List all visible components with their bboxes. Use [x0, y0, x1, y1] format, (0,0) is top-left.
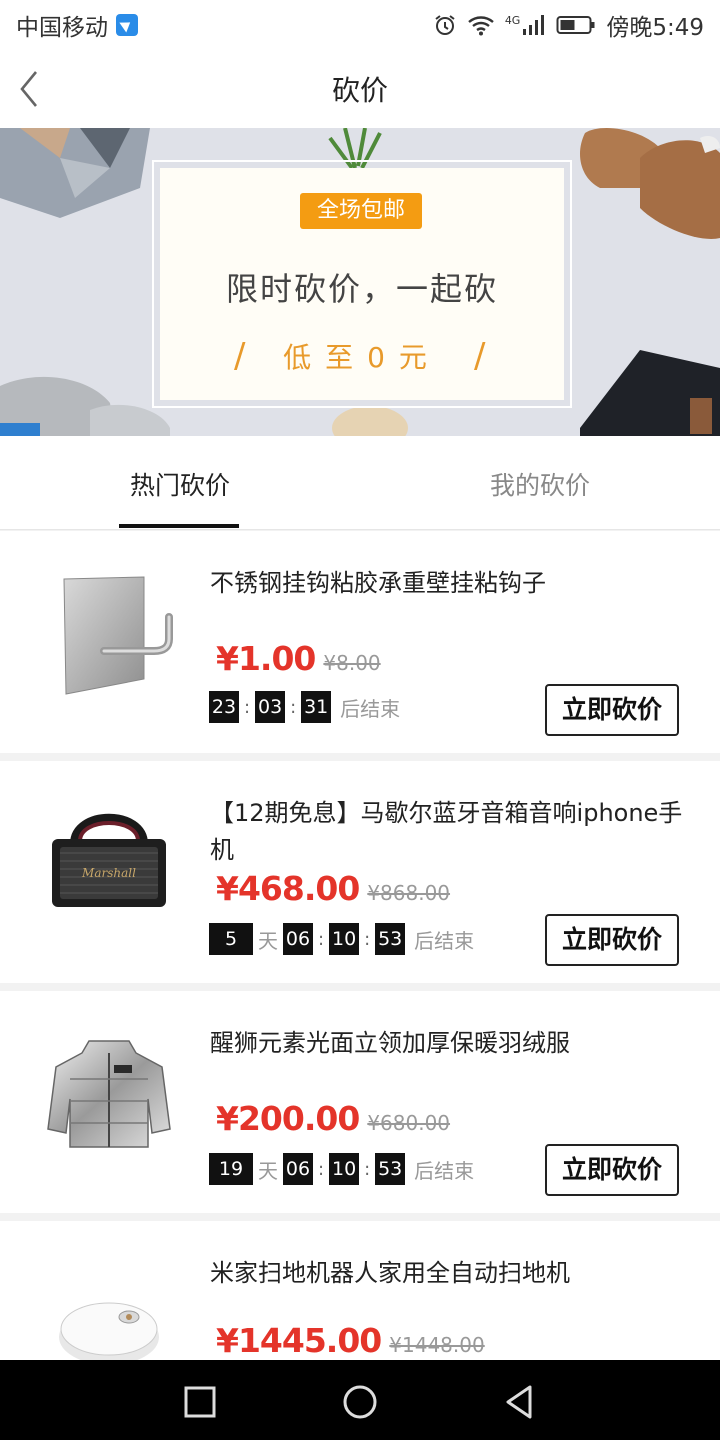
speaker-icon: Marshall — [52, 813, 166, 907]
bargain-price: ¥1.00 — [216, 639, 316, 678]
status-icons: 4G 傍晚5:49 — [433, 8, 704, 42]
price-row: ¥468.00 ¥868.00 — [216, 869, 450, 908]
countdown-end-label: 后结束 — [340, 696, 401, 721]
countdown-end-label: 后结束 — [414, 1158, 475, 1183]
app-notification-icon — [116, 14, 138, 36]
nav-bar: 砍价 — [0, 50, 720, 128]
colon-separator: : — [318, 1158, 325, 1180]
tab-bar: 热门砍价 我的砍价 — [0, 436, 720, 530]
countdown-minutes: 10 — [329, 1153, 360, 1185]
bargain-price: ¥200.00 — [216, 1099, 360, 1138]
price-row: ¥1445.00 ¥1448.00 — [216, 1321, 485, 1360]
original-price: ¥680.00 — [367, 1111, 451, 1135]
countdown-seconds: 53 — [375, 1153, 406, 1185]
product-name: 米家扫地机器人家用全自动扫地机 — [210, 1259, 570, 1287]
tab-my-bargain[interactable]: 我的砍价 — [420, 436, 660, 530]
original-price: ¥868.00 — [367, 881, 451, 905]
back-icon[interactable] — [500, 1382, 540, 1422]
system-nav-bar — [0, 1360, 720, 1440]
countdown-days: 19 — [209, 1153, 253, 1185]
down-jacket-icon — [47, 1040, 171, 1148]
battery-icon — [556, 16, 595, 34]
carrier-group: 中国移动 — [16, 8, 138, 42]
back-arrow-icon[interactable] — [14, 66, 54, 112]
price-row: ¥1.00 ¥8.00 — [216, 639, 381, 678]
countdown-hours: 06 — [283, 1153, 313, 1185]
home-icon[interactable] — [340, 1382, 380, 1422]
countdown-end-label: 后结束 — [414, 928, 475, 953]
banner-subline: 低至0元 — [283, 341, 441, 374]
product-card[interactable]: Marshall 【12期免息】马歇尔蓝牙音箱音响iphone手机 ¥468.0… — [0, 761, 720, 983]
countdown-timer: 5 天 06 : 10 : 53 后结束 — [209, 923, 474, 955]
tab-hot-bargain[interactable]: 热门砍价 — [60, 436, 300, 530]
bargain-price: ¥468.00 — [216, 869, 360, 908]
colon-separator: : — [364, 928, 371, 950]
recent-apps-icon[interactable] — [180, 1382, 220, 1422]
countdown-hours: 23 — [209, 691, 239, 723]
product-list: 不锈钢挂钩粘胶承重壁挂粘钩子 ¥1.00 ¥8.00 23 : 03 : 31 … — [0, 531, 720, 1440]
countdown-timer: 19 天 06 : 10 : 53 后结束 — [209, 1153, 474, 1185]
countdown-days: 5 — [209, 923, 253, 955]
product-card[interactable]: 醒狮元素光面立领加厚保暖羽绒服 ¥200.00 ¥680.00 19 天 06 … — [0, 991, 720, 1213]
active-tab-indicator — [119, 524, 239, 528]
countdown-minutes: 03 — [255, 691, 286, 723]
network-type: 4G — [504, 14, 521, 27]
promo-banner[interactable]: 全场包邮 限时砍价，一起砍 / 低至0元 / — [0, 128, 720, 436]
countdown-timer: 23 : 03 : 31 后结束 — [209, 691, 400, 723]
slash-right-icon: / — [474, 336, 486, 376]
price-row: ¥200.00 ¥680.00 — [216, 1099, 450, 1138]
colon-separator: : — [244, 696, 251, 718]
countdown-seconds: 31 — [301, 691, 332, 723]
bargain-now-button[interactable]: 立即砍价 — [545, 684, 679, 736]
day-unit: 天 — [258, 1158, 278, 1183]
alarm-icon — [435, 15, 455, 35]
product-name: 醒狮元素光面立领加厚保暖羽绒服 — [210, 1029, 570, 1057]
original-price: ¥8.00 — [323, 651, 381, 675]
signal-icon — [523, 15, 545, 35]
status-bar: 中国移动 4G 傍晚5:49 — [0, 0, 720, 50]
svg-text:Marshall: Marshall — [81, 866, 136, 880]
countdown-minutes: 10 — [329, 923, 360, 955]
wifi-icon — [468, 16, 494, 36]
product-name: 不锈钢挂钩粘胶承重壁挂粘钩子 — [210, 569, 546, 597]
countdown-seconds: 53 — [375, 923, 406, 955]
carrier-label: 中国移动 — [16, 15, 108, 41]
bargain-price: ¥1445.00 — [216, 1321, 382, 1360]
bargain-now-button[interactable]: 立即砍价 — [545, 914, 679, 966]
colon-separator: : — [364, 1158, 371, 1180]
colon-separator: : — [290, 696, 297, 718]
wall-hook-icon — [63, 576, 173, 695]
banner-card: 全场包邮 限时砍价，一起砍 / 低至0元 / — [160, 168, 564, 400]
day-unit: 天 — [258, 928, 278, 953]
product-name: 【12期免息】马歇尔蓝牙音箱音响iphone手机 — [210, 799, 683, 864]
product-card[interactable]: 不锈钢挂钩粘胶承重壁挂粘钩子 ¥1.00 ¥8.00 23 : 03 : 31 … — [0, 531, 720, 753]
page-title: 砍价 — [331, 74, 388, 107]
free-shipping-badge: 全场包邮 — [300, 193, 422, 229]
countdown-hours: 06 — [283, 923, 313, 955]
clock: 傍晚5:49 — [606, 15, 704, 41]
original-price: ¥1448.00 — [389, 1333, 485, 1357]
bargain-now-button[interactable]: 立即砍价 — [545, 1144, 679, 1196]
colon-separator: : — [318, 928, 325, 950]
banner-headline: 限时砍价，一起砍 — [225, 270, 498, 308]
